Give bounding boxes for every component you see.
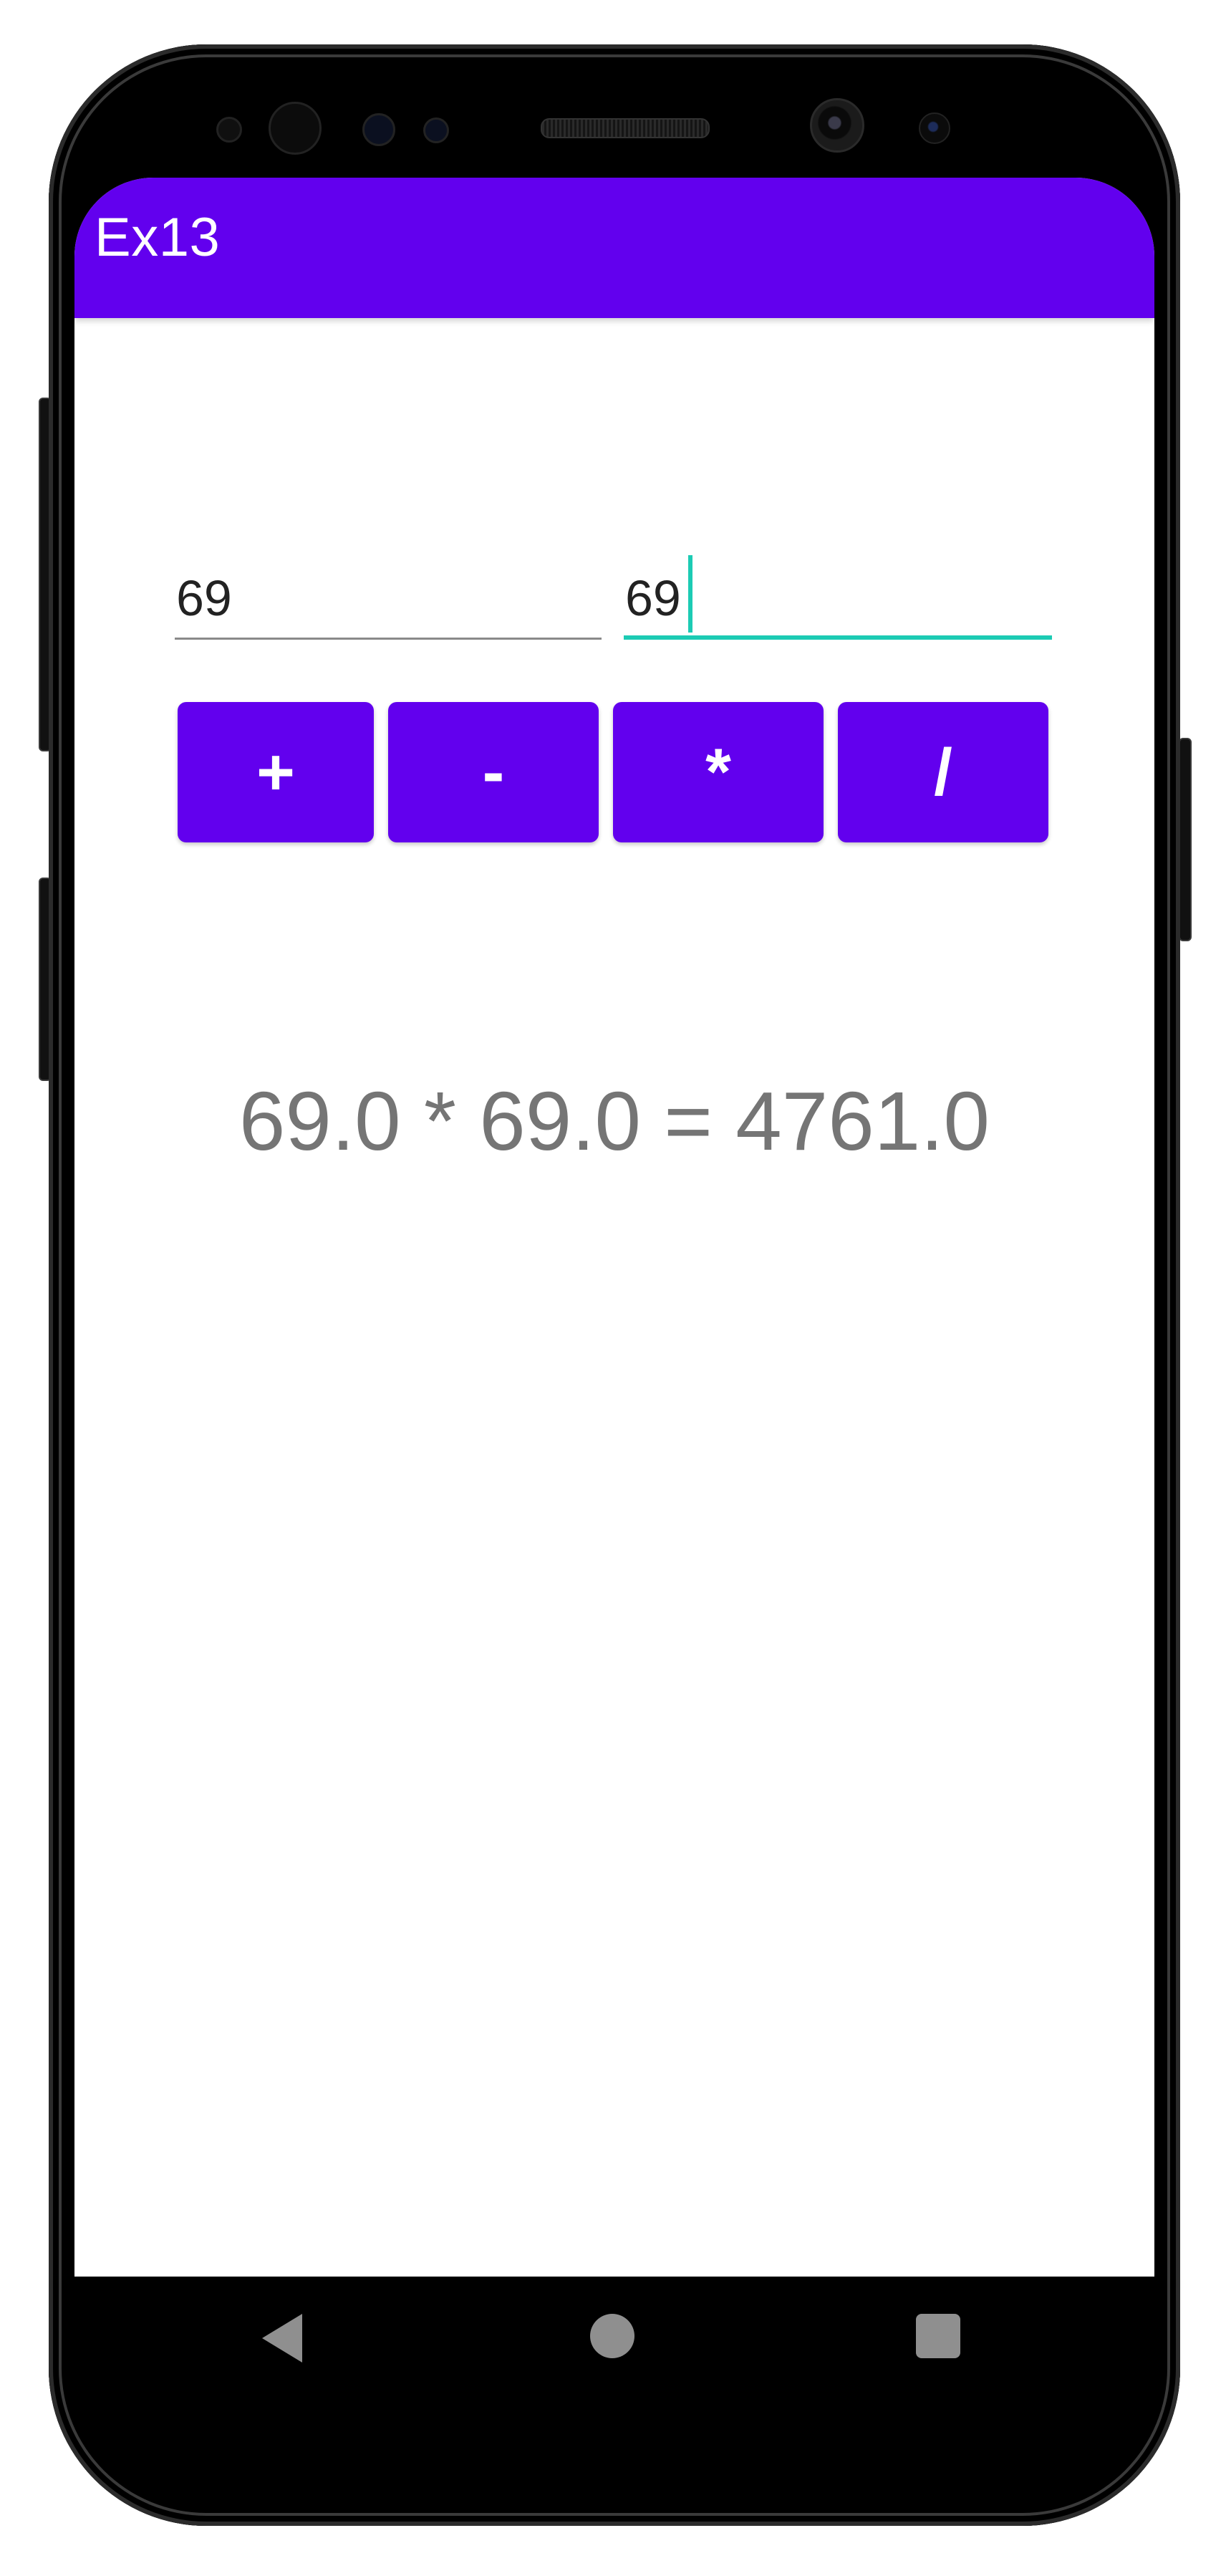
add-button[interactable]: + [178, 702, 374, 842]
multiply-button[interactable]: * [613, 702, 824, 842]
app-title: Ex13 [95, 207, 221, 268]
recents-icon[interactable] [916, 2314, 960, 2358]
system-navigation-bar [74, 2277, 1154, 2391]
first-number-input[interactable]: 69 [175, 547, 602, 640]
second-number-input[interactable]: 69 [624, 547, 1052, 640]
iris-camera-icon [919, 112, 950, 144]
power-button [1179, 738, 1192, 941]
light-sensor-icon [362, 113, 395, 146]
led-sensor-icon [423, 117, 449, 143]
second-number-underline [624, 635, 1052, 640]
subtract-button[interactable]: - [388, 702, 599, 842]
second-number-value: 69 [625, 570, 681, 626]
first-number-value: 69 [176, 570, 232, 626]
earpiece-speaker [541, 118, 710, 138]
divide-button[interactable]: / [838, 702, 1048, 842]
app-bar: Ex13 [74, 178, 1154, 318]
text-cursor [688, 555, 692, 633]
back-icon[interactable] [262, 2314, 302, 2363]
first-number-underline [175, 638, 602, 640]
app-screen: Ex13 69 69 + - * / 69.0 * 69.0 = 4761.0 [74, 178, 1154, 2277]
proximity-sensor-icon [216, 117, 242, 143]
result-text: 69.0 * 69.0 = 4761.0 [238, 1075, 990, 1168]
iris-sensor-icon [269, 102, 322, 155]
home-icon[interactable] [590, 2314, 634, 2358]
front-camera-icon [810, 98, 864, 153]
